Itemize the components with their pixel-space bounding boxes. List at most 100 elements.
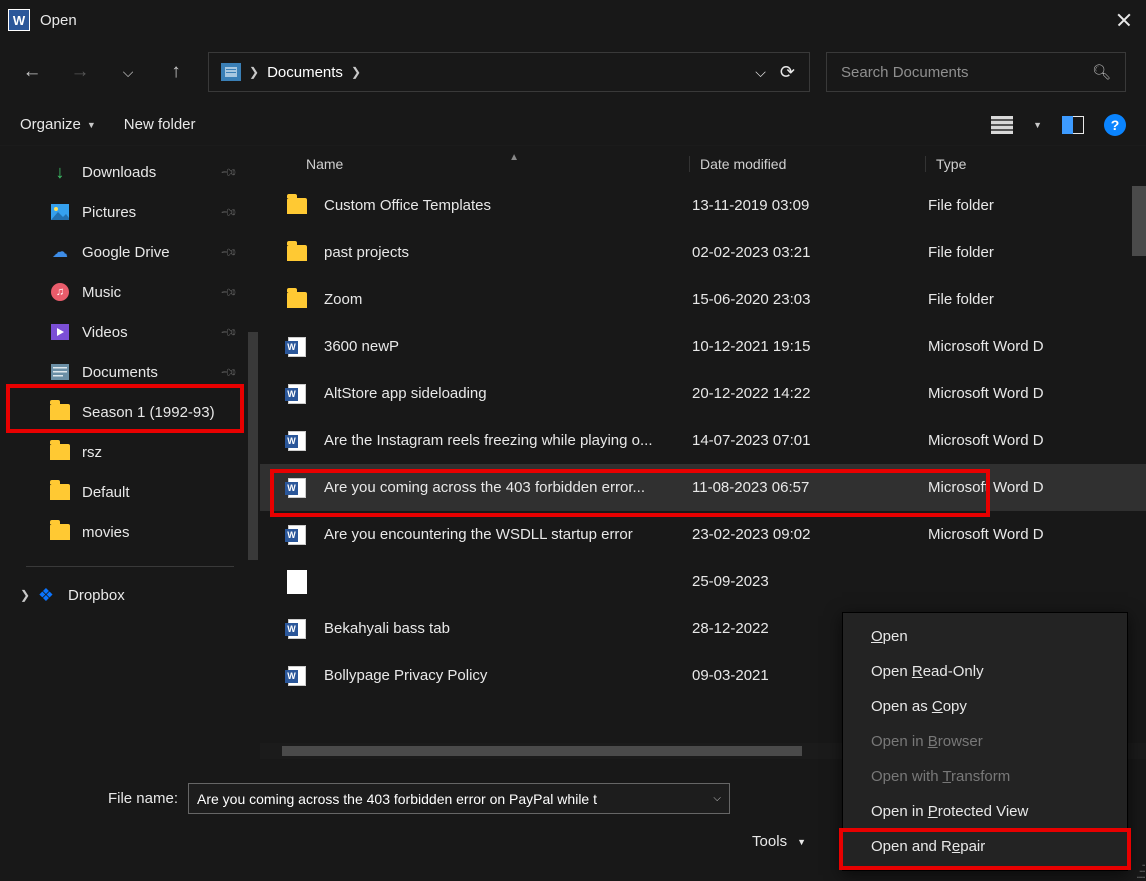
address-dropdown-icon[interactable]: ⌵: [755, 64, 766, 81]
file-row[interactable]: 3600 newP10-12-2021 19:15Microsoft Word …: [260, 323, 1146, 370]
sidebar-item-label: Google Drive: [82, 244, 170, 261]
window-title: Open: [40, 12, 77, 29]
sidebar-item-documents[interactable]: Documents 📌︎: [6, 352, 254, 392]
file-date: 11-08-2023 06:57: [692, 479, 928, 496]
file-row[interactable]: Custom Office Templates13-11-2019 03:09F…: [260, 182, 1146, 229]
file-name: AltStore app sideloading: [324, 385, 692, 402]
chevron-down-icon[interactable]: ⌵: [713, 793, 721, 804]
file-row[interactable]: Zoom15-06-2020 23:03File folder: [260, 276, 1146, 323]
file-row[interactable]: 25-09-2023: [260, 558, 1146, 605]
sidebar-item-season1[interactable]: Season 1 (1992-93): [6, 392, 254, 432]
file-name-label: File name:: [18, 790, 178, 807]
view-mode-button[interactable]: [989, 114, 1015, 136]
forward-button[interactable]: →: [58, 50, 102, 94]
tools-button[interactable]: Tools ▼: [752, 833, 806, 850]
list-scrollbar[interactable]: [1132, 186, 1146, 256]
sidebar-item-videos[interactable]: Videos 📌︎: [6, 312, 254, 352]
ctx-open[interactable]: Open: [843, 619, 1127, 654]
sidebar-item-default[interactable]: Default: [6, 472, 254, 512]
folder-icon: [287, 245, 307, 261]
sidebar-item-label: Documents: [82, 364, 158, 381]
videos-icon: [50, 323, 70, 341]
pin-icon: 📌︎: [219, 362, 238, 381]
ctx-open-as-copy[interactable]: Open as Copy: [843, 689, 1127, 724]
file-date: 02-02-2023 03:21: [692, 244, 928, 261]
help-icon[interactable]: ?: [1104, 114, 1126, 136]
sidebar-scrollbar[interactable]: [248, 332, 258, 560]
download-icon: ↓: [50, 163, 70, 181]
path-segment[interactable]: Documents: [267, 64, 343, 81]
search-input[interactable]: Search Documents 🔍︎: [826, 52, 1126, 92]
ctx-open-protected-view[interactable]: Open in Protected View: [843, 794, 1127, 829]
word-doc-icon: [288, 384, 306, 404]
file-row[interactable]: Are the Instagram reels freezing while p…: [260, 417, 1146, 464]
file-name: past projects: [324, 244, 692, 261]
chevron-right-icon[interactable]: ❯: [351, 65, 361, 79]
folder-icon: [50, 403, 70, 421]
organize-button[interactable]: Organize▼: [20, 116, 96, 133]
pin-icon: 📌︎: [219, 162, 238, 181]
file-name: Zoom: [324, 291, 692, 308]
navigation-bar: ← → ⌵ ↑ ❯ Documents ❯ ⌵ ⟳ Search Documen…: [0, 40, 1146, 104]
refresh-icon[interactable]: ⟳: [780, 62, 795, 83]
chevron-right-icon[interactable]: ❯: [20, 588, 30, 602]
sidebar-item-music[interactable]: ♫ Music 📌︎: [6, 272, 254, 312]
sidebar-item-downloads[interactable]: ↓ Downloads 📌︎: [6, 152, 254, 192]
sidebar-item-label: Downloads: [82, 164, 156, 181]
file-date: 25-09-2023: [692, 573, 928, 590]
column-date[interactable]: Date modified: [690, 156, 926, 172]
file-row[interactable]: past projects02-02-2023 03:21File folder: [260, 229, 1146, 276]
recent-locations-button[interactable]: ⌵: [106, 50, 150, 94]
file-row[interactable]: Are you coming across the 403 forbidden …: [260, 464, 1146, 511]
folder-icon: [50, 523, 70, 541]
file-name: Bollypage Privacy Policy: [324, 667, 692, 684]
open-dropdown-menu: Open Open Read-Only Open as Copy Open in…: [842, 612, 1128, 871]
ctx-open-with-transform: Open with Transform: [843, 759, 1127, 794]
sidebar-divider: [26, 566, 234, 567]
file-type: Microsoft Word D: [928, 338, 1146, 355]
folder-icon: [50, 483, 70, 501]
file-type: Microsoft Word D: [928, 432, 1146, 449]
music-icon: ♫: [50, 283, 70, 301]
sidebar-item-label: Videos: [82, 324, 128, 341]
close-button[interactable]: [1112, 8, 1136, 32]
up-button[interactable]: ↑: [154, 50, 198, 94]
address-bar[interactable]: ❯ Documents ❯ ⌵ ⟳: [208, 52, 810, 92]
chevron-down-icon: ▼: [797, 837, 806, 847]
sidebar-item-pictures[interactable]: Pictures 📌︎: [6, 192, 254, 232]
file-date: 10-12-2021 19:15: [692, 338, 928, 355]
sidebar-item-movies[interactable]: movies: [6, 512, 254, 552]
file-date: 14-07-2023 07:01: [692, 432, 928, 449]
toolbar: Organize▼ New folder ▼ ?: [0, 104, 1146, 146]
column-name[interactable]: Name▲: [260, 156, 690, 172]
back-button[interactable]: ←: [10, 50, 54, 94]
sidebar-item-label: Default: [82, 484, 130, 501]
column-type[interactable]: Type: [926, 156, 1146, 172]
file-date: 15-06-2020 23:03: [692, 291, 928, 308]
ctx-open-read-only[interactable]: Open Read-Only: [843, 654, 1127, 689]
sidebar-item-dropbox[interactable]: ❯ ❖ Dropbox: [6, 575, 254, 615]
preview-pane-button[interactable]: [1060, 114, 1086, 136]
folder-icon: [287, 198, 307, 214]
sidebar-item-rsz[interactable]: rsz: [6, 432, 254, 472]
gdrive-icon: ☁: [50, 243, 70, 261]
ctx-open-in-browser: Open in Browser: [843, 724, 1127, 759]
ctx-open-and-repair[interactable]: Open and Repair: [843, 829, 1127, 864]
sort-indicator-icon: ▲: [509, 152, 519, 163]
file-row[interactable]: AltStore app sideloading20-12-2022 14:22…: [260, 370, 1146, 417]
view-dropdown-icon[interactable]: ▼: [1033, 120, 1042, 130]
file-name-input[interactable]: Are you coming across the 403 forbidden …: [188, 783, 730, 814]
file-type: Microsoft Word D: [928, 526, 1146, 543]
file-name: Are you coming across the 403 forbidden …: [324, 479, 692, 496]
titlebar: W Open: [0, 0, 1146, 40]
word-doc-icon: [288, 666, 306, 686]
documents-icon: [50, 363, 70, 381]
file-row[interactable]: Are you encountering the WSDLL startup e…: [260, 511, 1146, 558]
sidebar-item-label: Pictures: [82, 204, 136, 221]
sidebar-item-google-drive[interactable]: ☁ Google Drive 📌︎: [6, 232, 254, 272]
file-name: Bekahyali bass tab: [324, 620, 692, 637]
file-name: Custom Office Templates: [324, 197, 692, 214]
resize-grip[interactable]: ............: [1136, 859, 1144, 877]
new-folder-button[interactable]: New folder: [124, 116, 196, 133]
word-doc-icon: [288, 431, 306, 451]
